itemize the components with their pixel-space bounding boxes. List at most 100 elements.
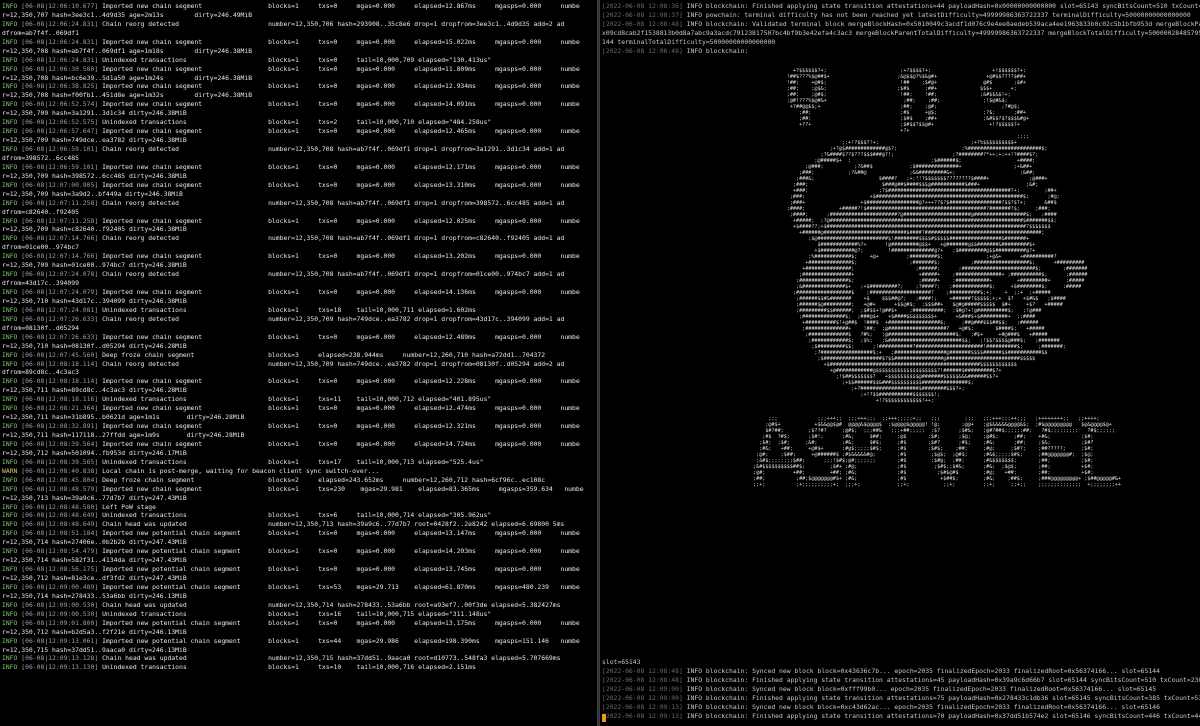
- log-level: INFO: [2, 359, 18, 368]
- log-line: r=12,350,714 hash=582f31..4134da dirty=2…: [2, 556, 597, 565]
- log-timestamp: [06-08|12:07:26.633]: [21, 314, 99, 323]
- log-line: r=12,350,711 hash=117118..27ffdd age=1m9…: [2, 431, 597, 440]
- log-timestamp: [06-08|12:07:26.633]: [21, 332, 99, 341]
- log-continuation: r=12,350,715 hash=37dd51..9aaca0 dirty=2…: [2, 645, 187, 654]
- log-continuation: r=12,350,712 hash=b2d5a3..f2f21e dirty=2…: [2, 627, 187, 636]
- log-continuation: r=12,350,714 hash=582f31..4134da dirty=2…: [2, 556, 187, 565]
- log-fields: number=12,350,708 hash=ab7f4f..069df1 dr…: [268, 234, 565, 243]
- log-level: INFO: [2, 314, 18, 323]
- log-fields: blocks=1 txs=11 tail=10,000,712 elapsed=…: [268, 395, 492, 404]
- log-continuation: r=12,350,709 hash=749dce..ea3782 dirty=2…: [2, 136, 187, 145]
- log-timestamp: [06-08|12:09:13.061]: [21, 636, 99, 645]
- log-message: Imported new chain segment: [102, 162, 203, 171]
- log-line: INFO [06-08|12:06:59.101] Imported new c…: [2, 163, 597, 172]
- log-line: INFO [06-08|12:06:30.580] Imported new c…: [2, 65, 597, 74]
- log-line: [2022-06-08 12:09:00] INFO blockchain: S…: [602, 685, 1200, 694]
- log-level: INFO: [2, 305, 18, 314]
- log-message: Imported new chain segment: [102, 100, 203, 109]
- log-line: r=12,350,714 hash=27406e..0b2b2b dirty=2…: [2, 538, 597, 547]
- log-message: Imported new potential chain segment: [102, 547, 241, 556]
- log-timestamp: [2022-06-08 12:08:37]: [602, 10, 683, 19]
- log-message: Chain head was updated: [102, 654, 187, 663]
- log-message: INFO blockchain: Finished applying state…: [686, 711, 1200, 720]
- log-fields: blocks=1 txs=16 tail=10,000,715 elapsed=…: [268, 609, 492, 618]
- log-fields: blocks=1 txs=0 mgas=0.000 elapsed=14.091…: [268, 100, 580, 109]
- log-timestamp: [06-08|12:07:24.078]: [21, 270, 99, 279]
- log-timestamp: [06-08|12:09:13.130]: [21, 663, 99, 672]
- log-line: [2022-06-08 12:09:13] INFO blockchain: F…: [602, 712, 1200, 721]
- log-line: INFO [06-08|12:07:45.560] Deep froze cha…: [2, 351, 597, 360]
- log-timestamp: [06-08|12:06:24.831]: [21, 37, 99, 46]
- log-fields: number=12,350,714 hash=278433..53a6bb ro…: [268, 600, 561, 609]
- log-fields: blocks=1 txs=0 mgas=0.000 elapsed=12.171…: [268, 162, 580, 171]
- log-message: Imported new potential chain segment: [102, 582, 241, 591]
- log-fields: number=12,350,708 hash=ab7f4f..069df1 dr…: [268, 145, 565, 153]
- log-timestamp: [2022-06-08 12:08:48]: [602, 19, 683, 28]
- log-level: INFO: [2, 502, 18, 511]
- log-timestamp: [06-08|12:07:45.560]: [21, 350, 99, 359]
- log-line: INFO [06-08|12:07:00.905] Imported new c…: [2, 181, 597, 190]
- log-message: Imported new potential chain segment: [102, 565, 241, 574]
- log-fields: blocks=1 txs=0 mgas=0.000 elapsed=12.228…: [268, 377, 580, 386]
- log-level: INFO: [2, 37, 18, 46]
- log-message: Imported new chain segment: [102, 180, 203, 189]
- log-timestamp: [2022-06-08 12:08:36]: [602, 2, 683, 10]
- log-continuation: dfrom=01ce00..974bc7: [2, 243, 79, 252]
- log-message: Imported new chain segment: [102, 332, 203, 341]
- log-timestamp: [06-08|12:08:48.580]: [21, 502, 99, 511]
- log-level: INFO: [2, 475, 18, 484]
- log-message: 144 terminalTotalDifficulty=500000000000…: [602, 37, 776, 46]
- log-line: INFO [06-08|12:08:48.580] Left PoW stage: [2, 503, 597, 512]
- log-line: r=12,350,712 hash=501094..fb953d dirty=2…: [2, 449, 597, 458]
- log-level: INFO: [2, 520, 18, 529]
- geth-log-pane[interactable]: INFO [06-08|12:06:10.677] Imported new c…: [0, 0, 597, 726]
- log-timestamp: [06-08|12:08:51.184]: [21, 529, 99, 538]
- log-timestamp: [06-08|12:06:10.677]: [21, 2, 99, 10]
- log-continuation: r=12,350,709 hash=3a1291..3d1c34 dirty=2…: [2, 109, 187, 118]
- log-line: INFO [06-08|12:08:18.116] Unindexed tran…: [2, 395, 597, 404]
- log-fields: number=12,350,708 hash=ab7f4f..069df1 dr…: [268, 270, 565, 279]
- log-timestamp: [06-08|12:08:21.364]: [21, 404, 99, 413]
- log-continuation: r=12,350,712 hash=501094..fb953d dirty=2…: [2, 448, 187, 457]
- log-message: Imported new chain segment: [102, 2, 203, 10]
- log-fields: blocks=1 txs=0 mgas=0.000 elapsed=13.745…: [268, 565, 580, 574]
- log-level: INFO: [2, 404, 18, 413]
- log-level: WARN: [2, 466, 18, 475]
- prysm-log-pane[interactable]: [2022-06-08 12:08:36] INFO blockchain: F…: [600, 0, 1200, 726]
- log-line: r=12,350,707 hash=3ee3c1..4d9d35 age=2m1…: [2, 11, 597, 20]
- log-line: dfrom=89cd8c..4c3ac3: [2, 368, 597, 377]
- log-fields: blocks=1 txs=0 mgas=0.000 elapsed=11.809…: [268, 64, 580, 73]
- log-line: INFO [06-08|12:08:39.565] Unindexed tran…: [2, 458, 597, 467]
- log-timestamp: [06-08|12:08:54.479]: [21, 547, 99, 556]
- log-line: INFO [06-08|12:08:18.114] Imported new c…: [2, 377, 597, 386]
- log-message: slot=65143: [602, 658, 641, 666]
- log-line: r=12,350,712 hash=b2d5a3..f2f21e dirty=2…: [2, 628, 597, 637]
- log-line: r=12,350,709 hash=01ce00..974bc7 dirty=2…: [2, 261, 597, 270]
- log-level: INFO: [2, 618, 18, 627]
- log-timestamp: [06-08|12:08:45.804]: [21, 475, 99, 484]
- log-level: INFO: [2, 64, 18, 73]
- log-continuation: r=12,350,714 hash=27406e..0b2b2b dirty=2…: [2, 538, 187, 547]
- log-level: INFO: [2, 377, 18, 386]
- log-timestamp: [2022-06-08 12:09:13]: [602, 711, 683, 720]
- log-line: WARN [06-08|12:08:40.838] Local chain is…: [2, 467, 597, 476]
- log-message: Chain head was updated: [102, 600, 187, 609]
- log-timestamp: [06-08|12:06:57.647]: [21, 127, 99, 136]
- log-line: INFO [06-08|12:06:24.831] Imported new c…: [2, 38, 597, 47]
- log-line: INFO [06-08|12:07:14.766] Imported new c…: [2, 252, 597, 261]
- log-continuation: dfrom=89cd8c..4c3ac3: [2, 368, 79, 377]
- log-line: r=12,350,708 hash=ab7f4f..069df1 age=1m1…: [2, 47, 597, 56]
- log-timestamp: [06-08|12:09:01.800]: [21, 618, 99, 627]
- log-timestamp: [06-08|12:09:00.530]: [21, 600, 99, 609]
- log-line: [2022-06-08 12:08:36] INFO blockchain: F…: [602, 2, 1200, 11]
- log-line: INFO [06-08|12:09:13.061] Imported new p…: [2, 637, 597, 646]
- log-message: Chain reorg detected: [102, 314, 180, 323]
- log-message: INFO blockchain: Synced new block block=…: [686, 702, 1160, 711]
- log-level: INFO: [2, 600, 18, 609]
- log-fields: blocks=1 txs=17 tail=10,000,713 elapsed=…: [268, 457, 484, 466]
- log-continuation: dfrom=ab7f4f..069df1: [2, 28, 79, 37]
- log-level: INFO: [2, 565, 18, 574]
- log-timestamp: [06-08|12:07:11.258]: [21, 198, 99, 207]
- log-line: INFO [06-08|12:06:52.575] Unindexed tran…: [2, 118, 597, 127]
- log-level: INFO: [2, 162, 18, 171]
